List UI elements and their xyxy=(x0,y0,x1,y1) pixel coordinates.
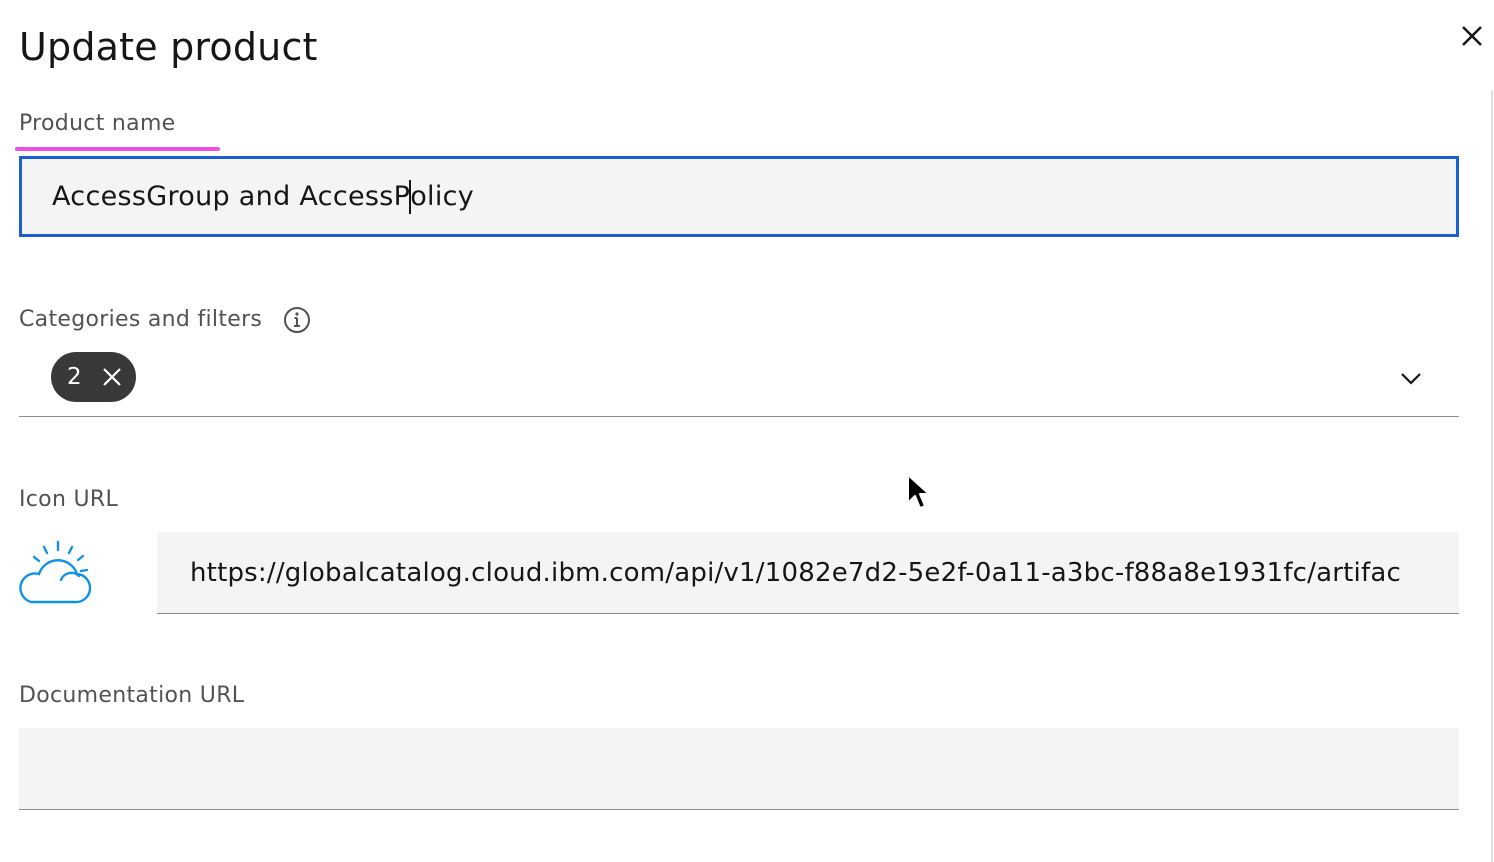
product-name-label: Product name xyxy=(19,111,176,136)
page-title: Update product xyxy=(19,25,318,69)
scrollbar-track[interactable] xyxy=(1491,90,1493,862)
product-name-input[interactable]: AccessGroup and AccessP olicy xyxy=(19,156,1459,237)
clear-selection-icon[interactable] xyxy=(101,366,123,388)
categories-multiselect[interactable]: 2 xyxy=(19,340,1459,417)
close-button[interactable] xyxy=(1454,18,1490,54)
info-icon[interactable] xyxy=(283,306,311,334)
update-product-dialog: Update product Product name AccessGroup … xyxy=(0,0,1494,862)
categories-label: Categories and filters xyxy=(19,307,263,332)
close-icon xyxy=(1462,26,1482,46)
label-highlight-underline xyxy=(15,147,220,151)
icon-url-value: https://globalcatalog.cloud.ibm.com/api/… xyxy=(190,557,1401,588)
chevron-down-icon[interactable] xyxy=(1397,366,1425,390)
icon-url-input[interactable]: https://globalcatalog.cloud.ibm.com/api/… xyxy=(157,532,1459,614)
product-name-value-start: AccessGroup and AccessP xyxy=(52,181,411,212)
documentation-url-label: Documentation URL xyxy=(19,683,245,708)
mouse-pointer-icon xyxy=(907,474,930,509)
documentation-url-input[interactable] xyxy=(19,728,1459,810)
icon-url-label: Icon URL xyxy=(19,487,119,512)
ibm-cloud-icon xyxy=(19,540,92,604)
product-name-value-end: olicy xyxy=(410,181,475,212)
selected-count-tag[interactable]: 2 xyxy=(51,352,136,402)
selected-count: 2 xyxy=(67,364,82,390)
